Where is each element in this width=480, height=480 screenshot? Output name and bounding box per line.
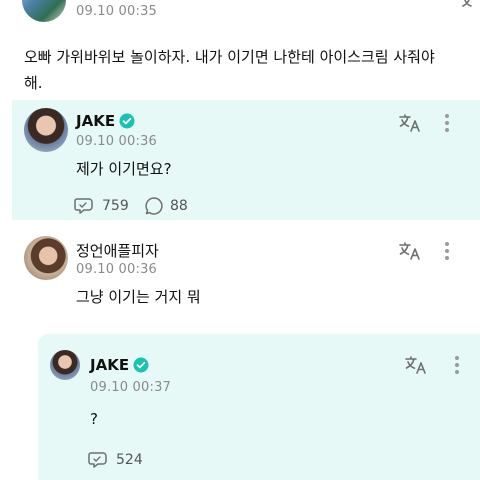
reply-bubble-icon [88, 452, 107, 468]
reply-body: ? [90, 410, 98, 428]
comment-bubble-icon [145, 197, 163, 215]
translate-icon[interactable] [398, 240, 422, 262]
comment-body: 그냥 이기는 거지 뭐 [76, 288, 201, 306]
reply-bubble-icon [74, 198, 93, 214]
more-menu-icon[interactable] [444, 242, 450, 260]
post-timestamp: 09.10 00:35 [76, 4, 158, 19]
verified-badge-icon [133, 357, 149, 373]
reply-count[interactable]: 759 [74, 196, 129, 216]
author-name[interactable]: JAKE [76, 112, 135, 130]
author-name-label: JAKE [76, 112, 116, 130]
translate-icon[interactable] [404, 354, 428, 376]
avatar[interactable] [22, 0, 66, 22]
more-menu-icon[interactable] [444, 114, 450, 132]
comment-count[interactable]: 88 [144, 196, 188, 216]
comment-count-value: 88 [170, 198, 188, 214]
author-name-label: 정언애플피자 [76, 242, 159, 260]
more-menu-icon[interactable] [454, 356, 460, 374]
reply-body: 제가 이기면요? [76, 160, 172, 178]
author-name[interactable]: JAKE [90, 356, 149, 374]
author-name-label: JAKE [90, 356, 130, 374]
comment-timestamp: 09.10 00:36 [76, 262, 158, 277]
reply-timestamp: 09.10 00:36 [76, 134, 158, 149]
avatar[interactable] [24, 236, 68, 280]
reply-timestamp: 09.10 00:37 [90, 380, 172, 395]
author-name[interactable]: 정언애플피자 [76, 240, 159, 261]
reply-count[interactable]: 524 [88, 450, 143, 470]
translate-icon[interactable] [398, 112, 422, 134]
avatar[interactable] [50, 350, 80, 380]
avatar[interactable] [24, 108, 68, 152]
verified-badge-icon [119, 113, 135, 129]
reply-count-value: 524 [116, 452, 143, 468]
post-body: 오빠 가위바위보 놀이하자. 내가 이기면 나한테 아이스크림 사줘야 해. [24, 48, 435, 92]
reply-count-value: 759 [102, 198, 129, 214]
translate-icon[interactable] [460, 0, 480, 14]
